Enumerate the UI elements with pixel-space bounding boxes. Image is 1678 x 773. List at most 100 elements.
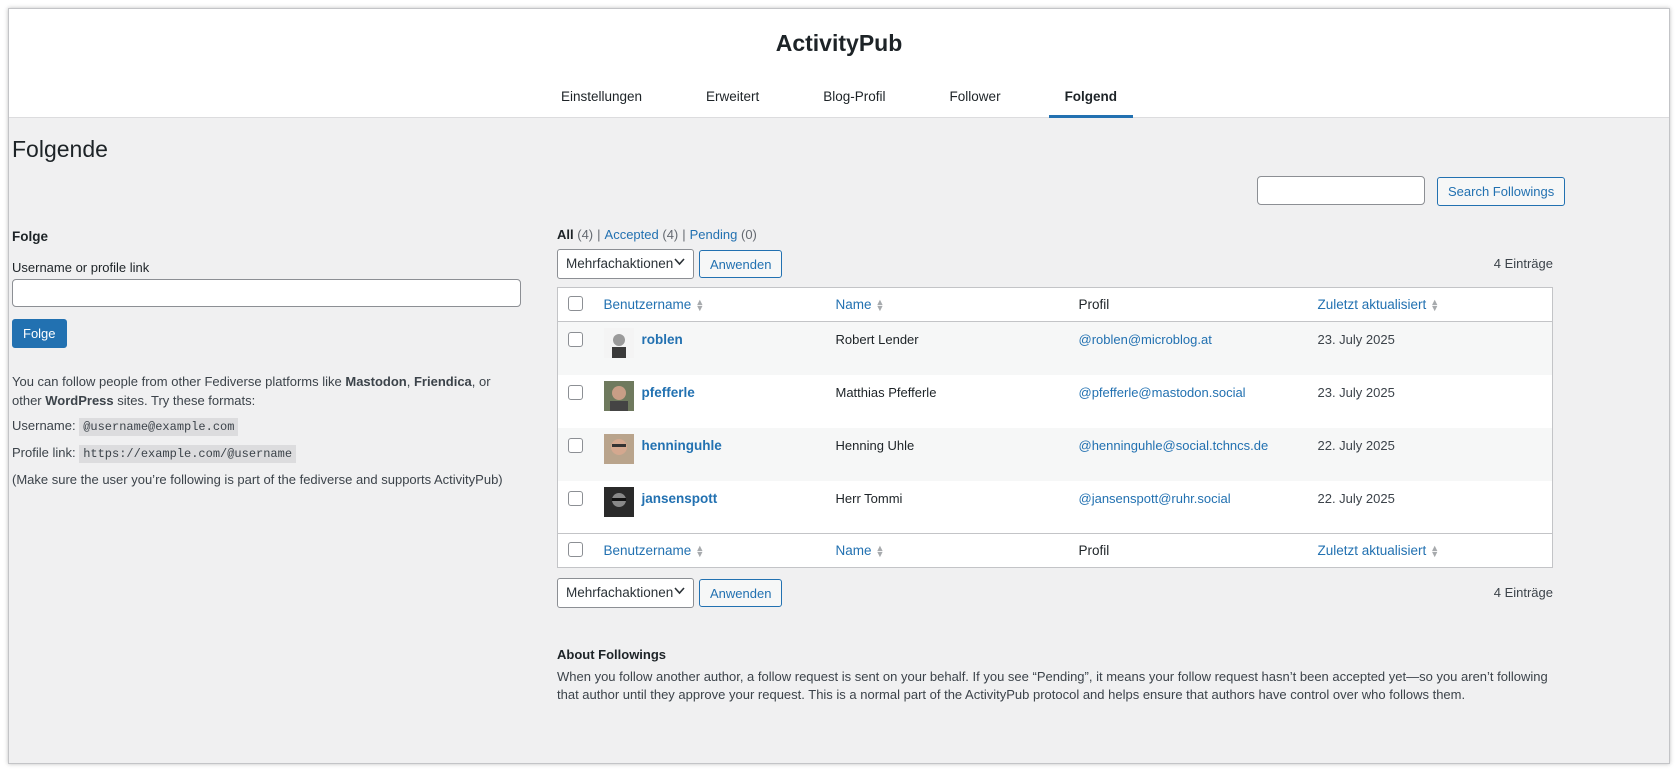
column-username-label[interactable]: Benutzername xyxy=(604,297,692,312)
username-cell: henninguhle xyxy=(595,427,828,481)
profile-cell: @roblen@microblog.at xyxy=(1070,321,1310,375)
avatar xyxy=(603,433,634,464)
sort-icon: ▲ ▼ xyxy=(875,297,885,314)
help-text: , xyxy=(406,374,414,389)
help-mastodon: Mastodon xyxy=(345,374,407,389)
tablenav-top: Mehrfachaktionen Anwenden 4 Einträge xyxy=(557,249,1553,279)
row-checkbox[interactable] xyxy=(568,490,583,506)
separator: | xyxy=(597,227,601,242)
view-all[interactable]: All xyxy=(557,227,574,242)
help-profile-format: Profile link: https://example.com/@usern… xyxy=(12,443,522,464)
help-text: sites. Try these formats: xyxy=(113,393,256,408)
column-updated[interactable]: Zuletzt aktualisiert ▲ ▼ xyxy=(1309,533,1553,568)
tab-blog-profil[interactable]: Blog-Profil xyxy=(823,79,885,118)
avatar xyxy=(603,328,634,358)
help-intro: You can follow people from other Fediver… xyxy=(12,372,522,410)
username-cell: pfefferle xyxy=(596,375,828,428)
name-cell: Matthias Pfefferle xyxy=(835,384,937,400)
chevron-down-icon xyxy=(674,256,685,270)
username-format-label: Username: xyxy=(12,418,76,433)
table-header-row: Benutzername ▲ ▼ Name ▲ ▼ Profil Zuletzt akt… xyxy=(557,287,1553,322)
view-accepted[interactable]: Accepted xyxy=(605,227,659,242)
follow-username-input[interactable] xyxy=(12,279,521,307)
search-followings-button[interactable]: Search Followings xyxy=(1437,177,1566,206)
bulk-actions-select[interactable]: Mehrfachaktionen xyxy=(557,249,694,279)
column-updated-label[interactable]: Zuletzt aktualisiert xyxy=(1318,297,1427,312)
select-all-cell xyxy=(557,533,596,568)
table-row: henninguhle Henning Uhle @henninguhle@so… xyxy=(557,427,1553,481)
column-username[interactable]: Benutzername ▲ ▼ xyxy=(595,287,828,322)
name-cell: Herr Tommi xyxy=(835,490,903,506)
profile-link[interactable]: @pfefferle@mastodon.social xyxy=(1079,385,1246,400)
table-footer-row: Benutzername ▲ ▼ Name ▲ ▼ Profil Zuletzt akt… xyxy=(557,533,1553,568)
apply-button[interactable]: Anwenden xyxy=(699,250,783,278)
search-input[interactable] xyxy=(1257,176,1425,205)
tab-erweitert[interactable]: Erweitert xyxy=(706,79,759,118)
name-cell: Robert Lender xyxy=(827,321,1071,375)
row-checkbox[interactable] xyxy=(568,437,583,453)
column-updated-label[interactable]: Zuletzt aktualisiert xyxy=(1318,543,1427,558)
follow-form-heading: Folge xyxy=(12,229,48,244)
profile-link[interactable]: @henninguhle@social.tchncs.de xyxy=(1079,438,1269,453)
sort-icon: ▲ ▼ xyxy=(1430,297,1440,314)
tab-follower[interactable]: Follower xyxy=(950,79,1001,118)
help-username-format: Username: @username@example.com xyxy=(12,416,522,437)
tab-einstellungen[interactable]: Einstellungen xyxy=(561,79,642,118)
username-link[interactable]: henninguhle xyxy=(642,438,722,453)
profile-link[interactable]: @jansenspott@ruhr.social xyxy=(1079,491,1231,506)
tab-folgend[interactable]: Folgend xyxy=(1048,79,1134,118)
column-name-label[interactable]: Name xyxy=(836,543,872,558)
separator: | xyxy=(682,227,686,242)
follow-button[interactable]: Folge xyxy=(12,319,67,348)
filter-views: All (4) | Accepted (4) | Pending (0) xyxy=(557,227,1553,242)
select-all-checkbox[interactable] xyxy=(568,541,583,557)
profile-cell: @pfefferle@mastodon.social xyxy=(1071,375,1310,428)
help-wordpress: WordPress xyxy=(45,393,114,408)
item-count: 4 Einträge xyxy=(1493,585,1553,600)
table-row: roblen Robert Lender @roblen@microblog.a… xyxy=(557,321,1553,375)
bulk-actions-select[interactable]: Mehrfachaktionen xyxy=(557,578,694,608)
username-link[interactable]: roblen xyxy=(642,332,683,347)
date-cell: 23. July 2025 xyxy=(1309,321,1553,375)
profile-link[interactable]: @roblen@microblog.at xyxy=(1079,332,1212,347)
avatar xyxy=(603,486,634,517)
username-link[interactable]: pfefferle xyxy=(642,385,695,400)
select-all-checkbox[interactable] xyxy=(568,295,583,311)
table-row: jansenspott Herr Tommi @jansenspott@ruhr… xyxy=(558,481,1553,534)
view-pending-count: (0) xyxy=(740,227,757,242)
date-cell: 22. July 2025 xyxy=(1309,427,1553,481)
followings-table: Benutzername ▲ ▼ Name ▲ ▼ Profil Zuletzt akt… xyxy=(557,287,1553,568)
view-pending[interactable]: Pending xyxy=(690,227,738,242)
column-updated[interactable]: Zuletzt aktualisiert ▲ ▼ xyxy=(1309,287,1553,322)
column-profile: Profil xyxy=(1070,287,1310,322)
username-link[interactable]: jansenspott xyxy=(642,491,718,506)
item-count: 4 Einträge xyxy=(1493,256,1553,271)
tablenav-bottom: Mehrfachaktionen Anwenden 4 Einträge xyxy=(557,578,1553,608)
row-check-cell xyxy=(557,321,596,375)
app-window: ActivityPub Einstellungen Erweitert Blog… xyxy=(8,8,1670,764)
plugin-header: ActivityPub Einstellungen Erweitert Blog… xyxy=(9,9,1669,118)
row-checkbox[interactable] xyxy=(568,384,583,400)
row-check-cell xyxy=(558,375,596,428)
name-cell: Henning Uhle xyxy=(827,427,1071,481)
apply-button[interactable]: Anwenden xyxy=(699,579,783,607)
column-name-label[interactable]: Name xyxy=(836,297,872,312)
column-name[interactable]: Name ▲ ▼ xyxy=(827,533,1071,568)
profile-format-label: Profile link: xyxy=(12,445,76,460)
column-name[interactable]: Name ▲ ▼ xyxy=(827,287,1071,322)
about-text: When you follow another author, a follow… xyxy=(557,669,1548,702)
about-followings: About Followings When you follow another… xyxy=(557,646,1557,704)
view-all-count: (4) xyxy=(577,227,594,242)
about-heading: About Followings xyxy=(557,647,667,662)
bulk-actions-label: Mehrfachaktionen xyxy=(566,256,674,271)
avatar xyxy=(603,380,634,411)
follow-form: Folge Username or profile link Folge You… xyxy=(12,229,522,495)
column-username[interactable]: Benutzername ▲ ▼ xyxy=(595,533,828,568)
column-username-label[interactable]: Benutzername xyxy=(604,543,692,558)
username-cell: jansenspott xyxy=(596,481,828,534)
row-checkbox[interactable] xyxy=(568,332,583,347)
column-profile-label: Profil xyxy=(1078,297,1110,312)
follow-field-label: Username or profile link xyxy=(12,260,150,275)
sort-icon: ▲ ▼ xyxy=(875,543,885,560)
followings-list: All (4) | Accepted (4) | Pending (0) Mehrfac… xyxy=(557,227,1553,704)
